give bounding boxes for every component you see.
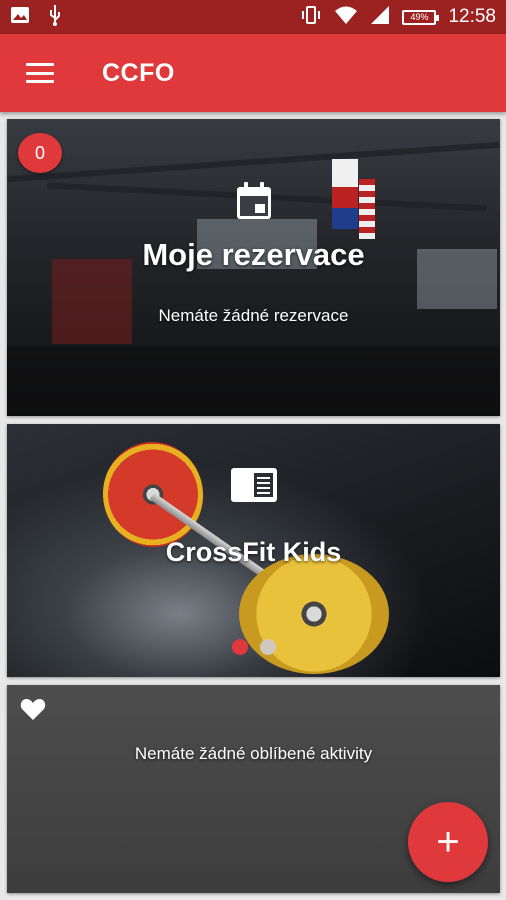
article-icon (230, 467, 278, 508)
calendar-icon (235, 181, 273, 226)
status-bar: 49% 12:58 (0, 0, 506, 34)
barbell-plate-image (239, 554, 389, 674)
signal-icon (370, 5, 390, 30)
heart-icon (20, 697, 46, 726)
hamburger-menu-icon[interactable] (26, 63, 54, 83)
reservations-card[interactable]: 0 Moje rezervace Nemáte žádné rezervace (7, 119, 500, 416)
pager-dot[interactable] (259, 639, 276, 655)
gym-floor (7, 346, 500, 416)
activity-carousel-card[interactable]: CrossFit Kids (7, 424, 500, 677)
usb-icon (48, 4, 62, 31)
wifi-icon (334, 5, 358, 30)
carousel-pager (7, 639, 500, 655)
ceiling-beam (7, 141, 500, 183)
battery-icon: 49% (402, 9, 440, 25)
reservations-count-badge: 0 (18, 133, 62, 173)
favorites-empty-message: Nemáte žádné oblíbené aktivity (134, 744, 373, 763)
app-bar: CCFO (0, 34, 506, 112)
flag-image (332, 159, 358, 229)
clock: 12:58 (448, 6, 496, 27)
pager-dot-active[interactable] (231, 639, 248, 655)
add-button[interactable]: + (408, 802, 488, 882)
app-title: CCFO (102, 58, 175, 87)
reservations-subtitle: Nemáte žádné rezervace (158, 306, 349, 325)
add-icon: + (436, 819, 460, 864)
reservations-title: Moje rezervace (142, 237, 365, 272)
flag-image (359, 179, 375, 239)
carousel-title: CrossFit Kids (165, 537, 342, 567)
image-icon (10, 6, 30, 29)
vibrate-icon (300, 5, 322, 30)
